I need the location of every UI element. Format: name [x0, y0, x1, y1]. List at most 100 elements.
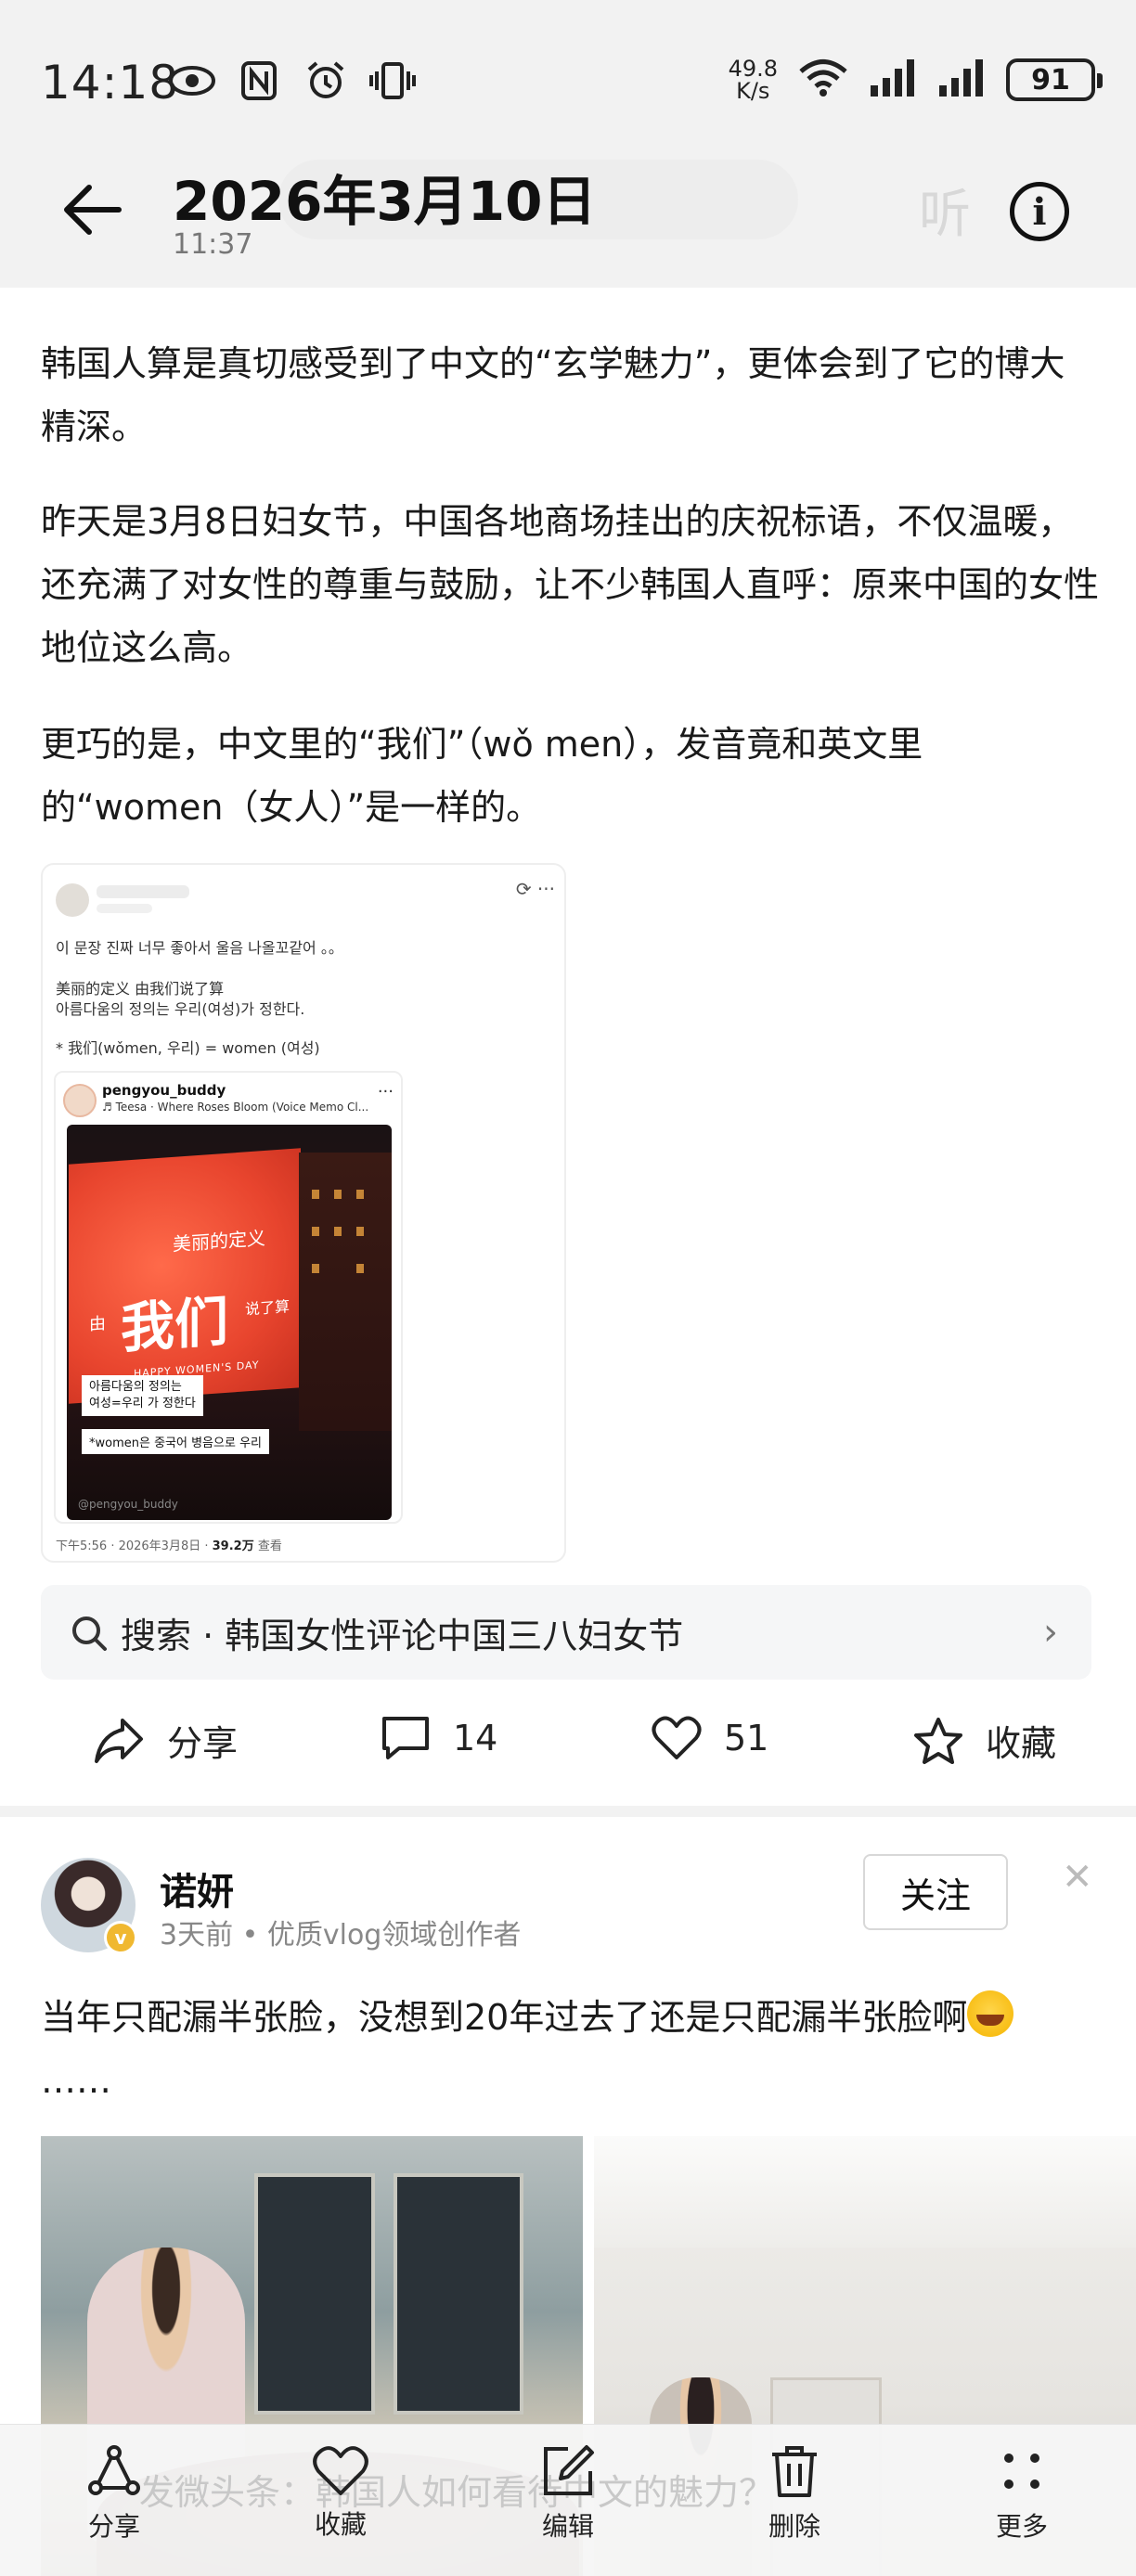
wifi-icon [798, 58, 848, 102]
billboard-left-text: 由 [89, 1313, 106, 1335]
blurred-handle [97, 904, 152, 913]
section-divider [0, 1806, 1136, 1817]
battery-icon: 91 [1006, 58, 1103, 101]
like-button[interactable]: 51 [652, 1715, 768, 1761]
search-label: 搜索 · 韩国女性评论中国三八妇女节 [121, 1616, 684, 1656]
billboard: 美丽的定义 由 我们 说了算 HAPPY WOMEN'S DAY [69, 1148, 301, 1404]
status-icons-right: 49.8 K/s 91 [729, 58, 1103, 102]
author-name[interactable]: 诺妍 [160, 1861, 234, 1915]
action-row: 分享 14 51 收藏 [0, 1707, 1136, 1782]
comment-count: 14 [453, 1718, 498, 1758]
comment-icon [382, 1717, 429, 1759]
follow-button[interactable]: 关注 [863, 1854, 1008, 1930]
related-search-bar[interactable]: 搜索 · 韩国女性评论中国三八妇女节 › [41, 1585, 1091, 1680]
photo-ceiling [594, 2136, 1136, 2248]
star-icon [914, 1717, 962, 1764]
share-label: 分享 [167, 1723, 239, 1764]
toolbar-delete-label: 删除 [768, 2511, 820, 2542]
post-text-line: * 我们(wǒmen, 우리) = women (여성) [56, 1039, 320, 1057]
status-icons-left [167, 58, 418, 104]
post-menu-icon: ⟳ ··· [515, 878, 555, 900]
network-speed-value: 49.8 [728, 56, 778, 82]
ghost-text: 发微头条：韩国人如何看待中文的魅力？ [139, 2472, 775, 2513]
quoted-song: ♬ Teesa · Where Roses Bloom (Voice Memo … [102, 1101, 369, 1114]
network-speed-unit: K/s [736, 78, 770, 104]
post-footer-suffix: 查看 [253, 1539, 282, 1553]
laughing-crying-emoji-icon [967, 1990, 1014, 2037]
post-text-line: 아름다움의 정의는 우리(여성)가 정한다. [56, 1000, 305, 1018]
post-footer-time: 下午5:56 · 2026年3月8日 · [56, 1539, 213, 1553]
window [254, 2173, 375, 2415]
caption-korean-2: *women은 중국어 병음으로 우리 [82, 1429, 269, 1454]
blurred-avatar [56, 883, 89, 917]
info-icon: i [1032, 189, 1047, 234]
quoted-username: pengyou_buddy [102, 1082, 226, 1099]
close-icon[interactable]: ✕ [1062, 1856, 1093, 1899]
info-button[interactable]: i [1010, 182, 1069, 241]
trash-icon [772, 2446, 817, 2497]
quoted-menu-icon: ··· [377, 1082, 394, 1101]
header-title: 2026年3月10日 [173, 170, 597, 233]
post-text: 当年只配漏半张脸，没想到20年过去了还是只配漏半张脸啊 …… [41, 1986, 1108, 2112]
billboard-photo: 美丽的定义 由 我们 说了算 HAPPY WOMEN'S DAY 아름다움의 정… [67, 1125, 392, 1520]
post-footer-views: 39.2万 [212, 1539, 254, 1553]
battery-level: 91 [1031, 63, 1070, 97]
edit-icon [544, 2445, 594, 2495]
quoted-header: pengyou_buddy ♬ Teesa · Where Roses Bloo… [56, 1073, 401, 1125]
blurred-username [97, 885, 189, 898]
favorite-button[interactable]: 收藏 [913, 1715, 1056, 1766]
toolbar-delete[interactable]: 删除 [734, 2443, 855, 2544]
caption-line: 여성=우리 가 정한다 [89, 1397, 196, 1410]
chevron-right-icon: › [1043, 1611, 1058, 1654]
search-icon [72, 1616, 107, 1651]
header-subtitle: 11:37 [173, 228, 253, 261]
favorite-label: 收藏 [986, 1723, 1057, 1764]
vibrate-icon [368, 58, 418, 104]
verified-badge-icon: v [104, 1921, 137, 1954]
toolbar-share[interactable]: 分享 [54, 2443, 174, 2544]
article-header: 2026年3月10日 11:37 听 i [0, 139, 1136, 288]
article-paragraph: 韩国人算是真切感受到了中文的“玄学魅力”，更体会到了它的博大精深。 [41, 343, 1065, 447]
post-footer: 下午5:56 · 2026年3月8日 · 39.2万 查看 [56, 1536, 282, 1553]
nfc-icon [234, 58, 284, 104]
toolbar-edit-label: 编辑 [541, 2511, 594, 2542]
billboard-right-text: 说了算 [245, 1297, 290, 1319]
signal-icon [937, 58, 986, 102]
toolbar-favorite[interactable]: 收藏 [280, 2443, 401, 2542]
signal-icon [869, 58, 917, 102]
toolbar-favorite-label: 收藏 [314, 2509, 367, 2540]
caption-line: 아름다움의 정의는 [89, 1380, 182, 1394]
status-time: 14:18 [41, 56, 180, 109]
comment-button[interactable]: 14 [381, 1715, 497, 1761]
caption-korean-1: 아름다움의 정의는 여성=우리 가 정한다 [82, 1375, 203, 1416]
heart-icon [652, 1716, 702, 1759]
more-icon [1004, 2454, 1039, 2489]
share-arrow-icon [95, 1718, 143, 1763]
toolbar-share-label: 分享 [87, 2511, 140, 2542]
toolbar-edit[interactable]: 编辑 [508, 2443, 628, 2544]
post-text-line: 이 문장 진짜 너무 좋아서 울음 나올꼬같어 。。 [56, 939, 343, 957]
building [299, 1153, 392, 1431]
article-paragraph: 更巧的是，中文里的“我们”（wǒ men），发音竟和英文里的“women（女人）… [41, 724, 923, 828]
back-button[interactable] [56, 173, 130, 247]
billboard-main-text: 我们 [121, 1289, 229, 1360]
quoted-avatar [63, 1084, 97, 1117]
toolbar-more[interactable]: 更多 [962, 2443, 1082, 2544]
article-paragraph: 昨天是3月8日妇女节，中国各地商场挂出的庆祝标语，不仅温暖，还充满了对女性的尊重… [41, 501, 1100, 668]
billboard-top-text: 美丽的定义 [173, 1226, 265, 1256]
author-meta: 3天前 • 优质vlog领域创作者 [160, 1919, 522, 1951]
listen-button[interactable]: 听 [919, 173, 971, 248]
embedded-post-image[interactable]: ⟳ ··· 이 문장 진짜 너무 좋아서 울음 나올꼬같어 。。 美丽的定义 由… [41, 863, 566, 1563]
post-text-line: 美丽的定义 由我们说了算 [56, 980, 225, 998]
window [394, 2173, 523, 2415]
like-count: 51 [724, 1718, 769, 1758]
toolbar-more-label: 更多 [995, 2511, 1048, 2542]
alarm-icon [301, 58, 351, 104]
post-text-ellipsis: …… [41, 2060, 111, 2101]
post-text-body: 当年只配漏半张脸，没想到20年过去了还是只配漏半张脸啊 [41, 1997, 968, 2038]
share-button[interactable]: 分享 [93, 1715, 238, 1766]
bottom-toolbar: 发微头条：韩国人如何看待中文的魅力？ 分享 收藏 编辑 删除 更多 [0, 2424, 1136, 2576]
network-speed: 49.8 K/s [729, 58, 778, 102]
heart-icon [313, 2446, 368, 2495]
quoted-video-card: pengyou_buddy ♬ Teesa · Where Roses Bloo… [54, 1071, 403, 1524]
